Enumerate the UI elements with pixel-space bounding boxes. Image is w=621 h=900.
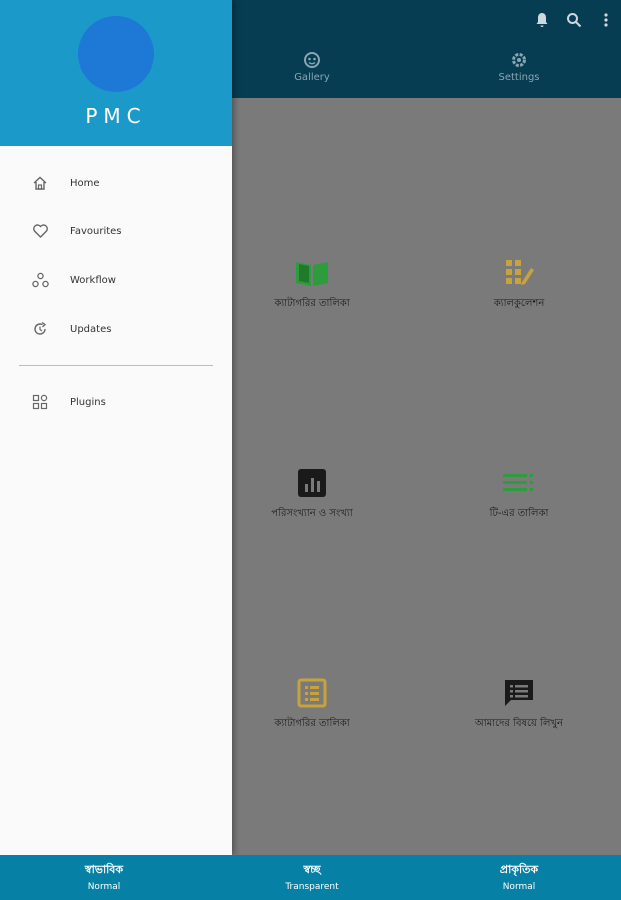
bottom-bar: স্বাভাবিক Normal স্বচ্ছ Transparent প্রা… (0, 855, 621, 900)
workflow-icon (30, 270, 50, 290)
grid-item[interactable]: পরিসংখ্যান ও সংখ্যা (212, 466, 412, 523)
tab-gallery[interactable]: Gallery (252, 50, 372, 83)
bottom-option-subtitle: Normal (502, 882, 536, 892)
drawer-item-label: Home (70, 177, 100, 189)
drawer-item-label: Favourites (70, 225, 122, 237)
list-box-icon (212, 676, 412, 710)
more-vert-icon[interactable] (597, 10, 615, 30)
grid-item-label: পরিসংখ্যান ও সংখ্যা (271, 508, 353, 519)
list-icon (419, 466, 619, 500)
tab-label: Settings (498, 72, 540, 83)
avatar[interactable] (78, 16, 154, 92)
grid-item-label: ক্যালকুলেশন (493, 298, 545, 309)
top-actions (533, 10, 615, 30)
calculator-icon (419, 256, 619, 290)
navigation-drawer: PMC Home Favourites Workflow Updates Plu… (0, 0, 232, 855)
drawer-item-label: Plugins (70, 396, 106, 408)
grid-item-label: আমাদের বিষয়ে লিখুন (475, 718, 563, 729)
drawer-item-favourites[interactable]: Favourites (0, 211, 232, 251)
drawer-divider (19, 365, 213, 366)
chart-icon (212, 466, 412, 500)
bottom-option-title: স্বাভাবিক (84, 863, 124, 876)
grid-item[interactable]: ক্যালকুলেশন (419, 256, 619, 313)
grid-item-label: ক্যাটাগরির তালিকা (274, 298, 350, 309)
plugins-icon (30, 392, 50, 412)
drawer-item-updates[interactable]: Updates (0, 309, 232, 349)
book-icon (212, 256, 412, 290)
gear-icon (459, 50, 579, 70)
home-icon (30, 173, 50, 193)
drawer-item-label: Updates (70, 323, 112, 335)
tab-settings[interactable]: Settings (459, 50, 579, 83)
drawer-header: PMC (0, 0, 232, 146)
bottom-option-title: স্বচ্ছ (303, 863, 321, 876)
grid-item[interactable]: ক্যাটাগরির তালিকা (212, 676, 412, 733)
bottom-option-subtitle: Normal (87, 882, 121, 892)
drawer-item-plugins[interactable]: Plugins (0, 382, 232, 422)
message-icon (419, 676, 619, 710)
heart-icon (30, 221, 50, 241)
grid-item[interactable]: আমাদের বিষয়ে লিখুন (419, 676, 619, 733)
bell-icon[interactable] (533, 10, 551, 30)
drawer-item-home[interactable]: Home (0, 163, 232, 203)
bottom-option-subtitle: Transparent (285, 882, 339, 892)
bottom-option-3[interactable]: প্রাকৃতিক Normal (459, 861, 579, 892)
drawer-item-label: Workflow (70, 274, 116, 286)
grid-item[interactable]: ক্যাটাগরির তালিকা (212, 256, 412, 313)
drawer-item-workflow[interactable]: Workflow (0, 260, 232, 300)
tab-label: Gallery (294, 72, 330, 83)
grid-item-label: টি-এর তালিকা (489, 508, 549, 519)
updates-icon (30, 319, 50, 339)
grid-item-label: ক্যাটাগরির তালিকা (274, 718, 350, 729)
bottom-option-1[interactable]: স্বাভাবিক Normal (44, 861, 164, 892)
bottom-option-2[interactable]: স্বচ্ছ Transparent (252, 861, 372, 892)
gallery-icon (252, 50, 372, 70)
app-name: PMC (85, 104, 147, 128)
bottom-option-title: প্রাকৃতিক (499, 863, 539, 876)
search-icon[interactable] (565, 10, 583, 30)
grid-item[interactable]: টি-এর তালিকা (419, 466, 619, 523)
